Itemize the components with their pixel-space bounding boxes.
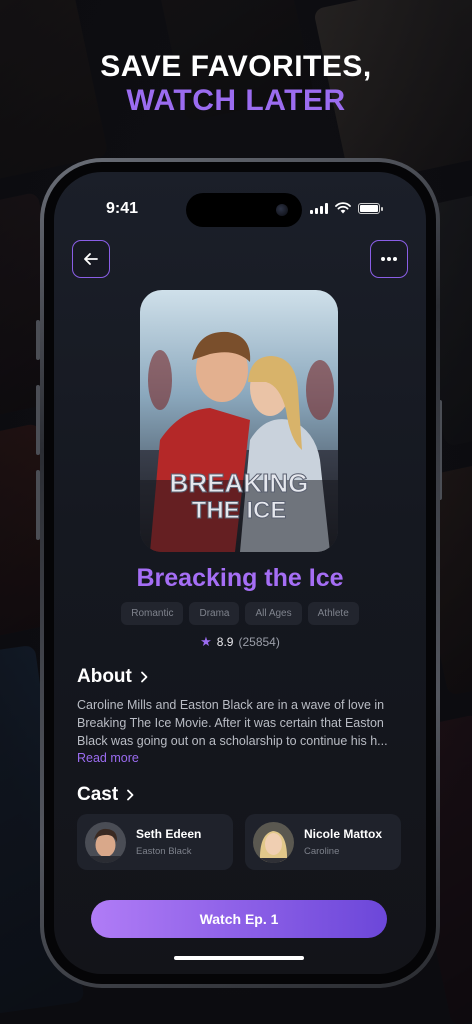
dynamic-island (186, 193, 302, 227)
cover-artwork: BREAKING THE ICE (140, 290, 338, 552)
about-heading[interactable]: About (77, 666, 148, 688)
genre-tag[interactable]: Romantic (121, 602, 184, 625)
cast-card[interactable]: Seth Edeen Easton Black (77, 814, 233, 870)
more-options-button[interactable] (370, 240, 408, 278)
rating-score: 8.9 (216, 635, 234, 649)
rating-count: (25854) (238, 635, 280, 649)
show-cover-image[interactable]: BREAKING THE ICE (140, 290, 338, 552)
cast-heading-label: Cast (77, 784, 119, 805)
home-indicator[interactable] (174, 956, 304, 960)
arrow-left-icon (84, 253, 98, 265)
cover-title-line-1: BREAKING (170, 468, 309, 498)
about-description: Caroline Mills and Easton Black are in a… (77, 698, 388, 748)
read-more-link[interactable]: Read more (77, 751, 139, 765)
chevron-right-icon (127, 789, 134, 801)
genre-tag[interactable]: Athlete (307, 602, 359, 625)
headline-line-1: SAVE FAVORITES, (100, 50, 372, 83)
avatar (253, 821, 294, 863)
avatar (85, 821, 126, 863)
cast-name: Nicole Mattox (304, 827, 383, 841)
promo-headline: SAVE FAVORITES, WATCH LATER (0, 50, 472, 118)
cover-title-line-2: THE ICE (192, 497, 287, 524)
camera-icon (276, 204, 288, 216)
cast-card[interactable]: Nicole Mattox Caroline (245, 814, 401, 870)
cellular-signal-icon (310, 202, 328, 214)
more-horizontal-icon (381, 257, 397, 261)
back-button[interactable] (72, 240, 110, 278)
cast-list: Seth Edeen Easton Black Nicole Mattox Ca… (77, 814, 401, 870)
cast-heading[interactable]: Cast (77, 784, 134, 806)
cast-name: Seth Edeen (136, 827, 202, 841)
genre-tags: Romantic Drama All Ages Athlete (54, 602, 426, 625)
phone-frame: 9:41 BREAKING THE ICE Breacking the Ice … (40, 158, 440, 988)
cast-role: Caroline (304, 846, 340, 857)
app-screen: 9:41 BREAKING THE ICE Breacking the Ice … (54, 172, 426, 974)
wifi-icon (335, 202, 351, 214)
about-heading-label: About (77, 666, 132, 687)
genre-tag[interactable]: Drama (189, 602, 240, 625)
status-bar: 9:41 (54, 192, 426, 227)
battery-icon (358, 202, 383, 214)
rating: ★ 8.9 (25854) (54, 634, 426, 650)
chevron-right-icon (140, 671, 148, 683)
watch-episode-button[interactable]: Watch Ep. 1 (91, 900, 387, 938)
show-title: Breacking the Ice (136, 564, 344, 592)
genre-tag[interactable]: All Ages (245, 602, 302, 625)
cast-role: Easton Black (136, 846, 192, 857)
status-time: 9:41 (106, 200, 139, 217)
star-icon: ★ (200, 634, 212, 649)
headline-line-2: WATCH LATER (126, 84, 346, 117)
